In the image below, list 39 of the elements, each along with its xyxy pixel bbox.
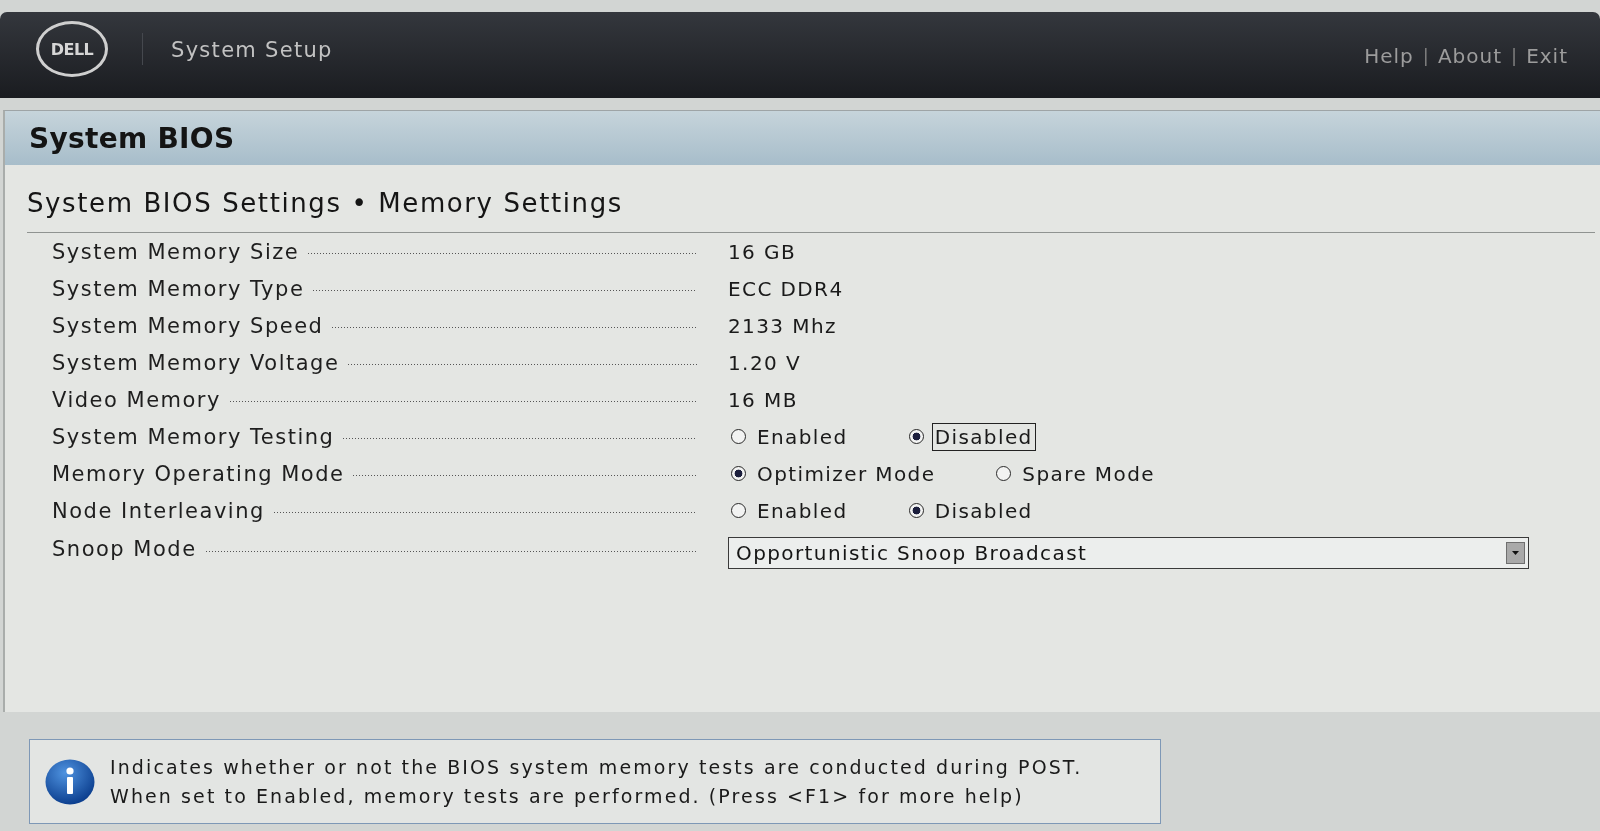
setting-label: System Memory Testing xyxy=(52,424,335,449)
setting-label: System Memory Speed xyxy=(52,313,324,338)
setting-value: 16 GB xyxy=(728,239,797,264)
setting-label: Node Interleaving xyxy=(52,498,265,523)
radio-button[interactable] xyxy=(731,466,746,481)
help-text: Indicates whether or not the BIOS system memory tests are conducted during POST. When set to Enabled, memory tests are performed. (Press <F1> for more help) xyxy=(110,754,1083,809)
radio-label[interactable]: Disabled xyxy=(931,422,1036,451)
page-subtitle: System BIOS Settings • Memory Settings xyxy=(27,187,623,218)
setting-label: System Memory Size xyxy=(52,239,300,264)
page-title: System BIOS xyxy=(29,121,235,155)
logo: DELL xyxy=(36,21,108,77)
radio-button[interactable] xyxy=(908,429,924,444)
radio-label[interactable]: Enabled xyxy=(754,496,851,525)
setting-value: ECC DDR4 xyxy=(728,276,844,301)
header-link[interactable]: About xyxy=(1437,43,1503,69)
app-title: System Setup xyxy=(171,37,333,63)
setting-value: 16 MB xyxy=(728,387,798,412)
radio-label[interactable]: Enabled xyxy=(754,422,851,451)
setting-label: Video Memory xyxy=(52,387,221,412)
radio-button[interactable] xyxy=(908,503,924,518)
caret-down-icon[interactable] xyxy=(1506,542,1525,564)
setting-label: System Memory Type xyxy=(52,276,305,301)
radio-label[interactable]: Optimizer Mode xyxy=(754,459,939,488)
setting-label: Memory Operating Mode xyxy=(52,461,345,486)
header-link[interactable]: Help xyxy=(1364,43,1414,69)
link-separator: | xyxy=(1511,44,1518,68)
radio-label[interactable]: Disabled xyxy=(931,496,1036,525)
setting-label: System Memory Voltage xyxy=(52,350,340,375)
dropdown[interactable]: Opportunistic Snoop Broadcast xyxy=(728,537,1529,569)
radio-button[interactable] xyxy=(996,466,1012,481)
radio-label[interactable]: Spare Mode xyxy=(1019,459,1158,488)
setting-value: 2133 Mhz xyxy=(728,313,837,338)
radio-button[interactable] xyxy=(731,429,746,444)
link-separator: | xyxy=(1422,44,1429,68)
setting-value: 1.20 V xyxy=(728,350,801,375)
setting-label: Snoop Mode xyxy=(52,537,197,561)
header-link[interactable]: Exit xyxy=(1526,43,1568,69)
info-icon xyxy=(45,758,95,805)
radio-button[interactable] xyxy=(731,503,746,518)
